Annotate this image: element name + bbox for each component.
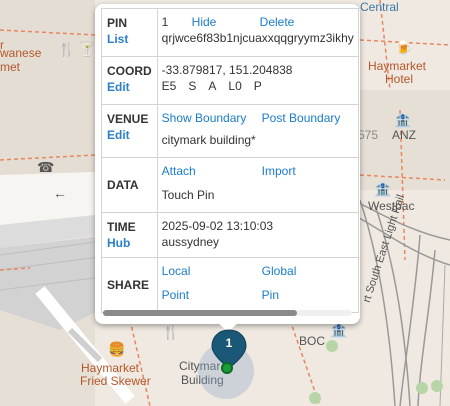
coord-label: COORD — [107, 64, 152, 78]
pin-number: 1 — [161, 15, 169, 29]
map-label: wanese — [0, 46, 42, 60]
map-label: Haymarket — [368, 59, 427, 73]
map-label: Hotel — [385, 72, 414, 86]
coord-edit-link[interactable]: Edit — [107, 79, 152, 95]
location-dot — [221, 362, 233, 374]
pin-label-cell: PIN List — [101, 8, 158, 57]
time-timestamp: 2025-09-02 13:10:03 — [161, 219, 274, 233]
share-label-cell: SHARE — [101, 257, 158, 313]
show-boundary-link[interactable]: Show Boundary — [162, 110, 262, 126]
pin-details-table: PIN List 1 Hide Delete qrjwce6f83b1njcuaxx… — [101, 8, 359, 313]
coord-row: COORD Edit -33.879817, 151.204838 E5 S A L0… — [101, 56, 359, 105]
time-value-cell: 2025-09-02 13:10:03 aussydney — [156, 212, 359, 258]
bank-icon: 🏦 — [394, 112, 412, 128]
pin-id: qrjwce6f83b1njcuaxxqqgryymz3ikhy — [161, 31, 354, 45]
hub-link[interactable]: Hub — [107, 235, 152, 251]
coord-code: P — [253, 79, 262, 93]
list-link[interactable]: List — [107, 31, 152, 47]
pin-row: PIN List 1 Hide Delete qrjwce6f83b1njcuaxx… — [101, 8, 359, 57]
data-value-cell: Attach Import Touch Pin — [156, 157, 359, 213]
map-label: Central — [360, 0, 399, 14]
horizontal-scrollbar[interactable] — [103, 310, 352, 316]
map-label: Fried Skewer — [80, 374, 151, 388]
share-row: SHARE Local Global Point Pin — [101, 257, 359, 313]
coord-code: S — [188, 79, 197, 93]
pin-marker-number: 1 — [225, 336, 233, 350]
import-link[interactable]: Import — [262, 164, 296, 178]
time-label-cell: TIME Hub — [101, 212, 158, 258]
map-label: BOC — [299, 334, 326, 348]
pin-label: PIN — [107, 16, 128, 30]
data-label-cell: DATA — [101, 157, 158, 213]
coord-code: L0 — [228, 79, 242, 93]
arrow-left-icon: ← — [53, 185, 67, 201]
restaurant-icon: 🍴 — [162, 324, 180, 340]
share-label: SHARE — [107, 278, 150, 292]
share-pin-link[interactable]: Pin — [262, 288, 279, 302]
phone-icon: ☎ — [37, 159, 55, 175]
map-label: met — [0, 60, 21, 74]
delete-link[interactable]: Delete — [260, 15, 295, 29]
pin-popup: PIN List 1 Hide Delete qrjwce6f83b1njcuaxx… — [95, 4, 360, 324]
map-label: ANZ — [392, 128, 416, 142]
pin-marker[interactable]: 1 — [209, 328, 249, 384]
venue-label-cell: VENUE Edit — [101, 104, 158, 158]
share-value-cell: Local Global Point Pin — [156, 257, 359, 313]
coord-label-cell: COORD Edit — [101, 56, 158, 105]
coord-code: A — [208, 79, 217, 93]
restaurant-icon: 🍴 — [58, 41, 76, 57]
drink-icon: 🍸 — [78, 41, 96, 57]
time-zone: aussydney — [161, 235, 220, 249]
bank-icon: 🏦 — [330, 322, 348, 338]
time-row: TIME Hub 2025-09-02 13:10:03 aussydney — [101, 212, 359, 258]
attach-link[interactable]: Attach — [162, 163, 262, 179]
share-global-link[interactable]: Global — [262, 264, 297, 278]
venue-label: VENUE — [107, 112, 149, 126]
map-label: 575 — [358, 128, 379, 142]
beer-icon: 🍺 — [395, 39, 413, 55]
data-row: DATA Attach Import Touch Pin — [101, 157, 359, 213]
data-label: DATA — [107, 178, 139, 192]
bank-icon: 🏦 — [374, 181, 392, 197]
fast-food-icon: 🍔 — [108, 341, 126, 357]
map-label: Haymarket — [81, 361, 140, 375]
data-value: Touch Pin — [161, 188, 215, 202]
share-point-link[interactable]: Point — [162, 287, 262, 303]
pin-value-cell: 1 Hide Delete qrjwce6f83b1njcuaxxqqgryymz3… — [156, 8, 359, 57]
post-boundary-link[interactable]: Post Boundary — [262, 111, 341, 125]
venue-value-cell: Show Boundary Post Boundary citymark buil… — [156, 104, 359, 158]
coord-codes: E5 S A L0 P — [162, 78, 354, 94]
coord-code: E5 — [161, 79, 177, 93]
venue-name: citymark building* — [161, 133, 256, 147]
venue-row: VENUE Edit Show Boundary Post Boundary ci… — [101, 104, 359, 158]
coord-value-cell: -33.879817, 151.204838 E5 S A L0 P — [156, 56, 359, 105]
hide-link[interactable]: Hide — [192, 14, 260, 30]
scrollbar-thumb[interactable] — [103, 310, 297, 316]
time-label: TIME — [107, 220, 136, 234]
coord-latlng: -33.879817, 151.204838 — [161, 63, 293, 77]
venue-edit-link[interactable]: Edit — [107, 127, 152, 143]
share-local-link[interactable]: Local — [162, 263, 262, 279]
